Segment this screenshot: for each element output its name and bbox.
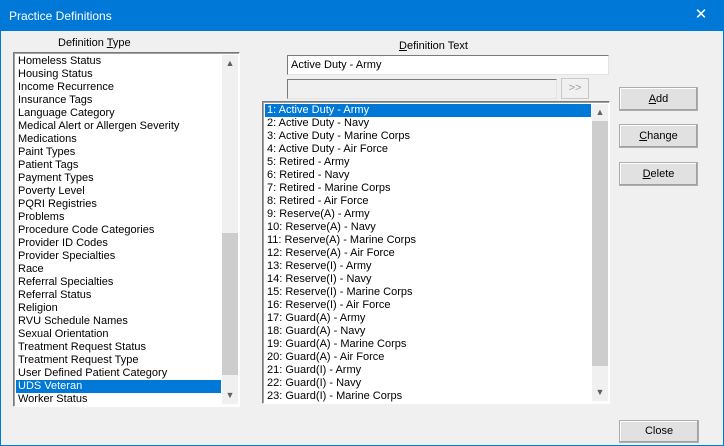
definition-type-items: Homeless Status Housing Status Income Recu… (16, 55, 221, 406)
definition-type-item[interactable]: Treatment Request Status (16, 341, 221, 354)
definition-type-item[interactable]: Provider Specialties (16, 250, 221, 263)
secondary-text-field (287, 79, 557, 99)
definition-type-item[interactable]: Sexual Orientation (16, 328, 221, 341)
window-title: Practice Definitions (9, 9, 112, 23)
delete-accelerator: D (642, 168, 651, 180)
definition-text-item[interactable]: 6: Retired - Navy (265, 169, 591, 182)
change-accelerator: C (639, 130, 648, 142)
close-button[interactable]: Close (619, 420, 699, 443)
definition-type-list[interactable]: Homeless Status Housing Status Income Recu… (13, 52, 240, 407)
label-accelerator: D (399, 40, 407, 52)
definition-text-item[interactable]: 18: Guard(A) - Navy (265, 325, 591, 338)
change-label: hange (647, 130, 678, 142)
definition-type-item[interactable]: Payment Types (16, 172, 221, 185)
definition-text-item[interactable]: 14: Reserve(I) - Navy (265, 273, 591, 286)
definition-text-item[interactable]: 20: Guard(A) - Air Force (265, 351, 591, 364)
definition-text-item[interactable]: 22: Guard(I) - Navy (265, 377, 591, 390)
scroll-down-icon[interactable]: ▼ (592, 384, 608, 401)
definition-text-item[interactable]: 15: Reserve(I) - Marine Corps (265, 286, 591, 299)
definition-text-item[interactable]: 3: Active Duty - Marine Corps (265, 130, 591, 143)
delete-button[interactable]: Delete (619, 162, 698, 186)
definition-text-item[interactable]: 8: Retired - Air Force (265, 195, 591, 208)
definition-type-item[interactable]: Provider ID Codes (16, 237, 221, 250)
definition-type-item[interactable]: PQRI Registries (16, 198, 221, 211)
add-accelerator: A (648, 93, 657, 105)
definition-text-item[interactable]: 1: Active Duty - Army (265, 104, 591, 117)
definition-type-item[interactable]: Homeless Status (16, 55, 221, 68)
definition-text-scrollbar[interactable]: ▲ ▼ (592, 104, 608, 401)
label-suffix: ype (112, 37, 131, 49)
definition-text-item[interactable]: 4: Active Duty - Air Force (265, 143, 591, 156)
close-icon[interactable]: ✕ (678, 0, 724, 31)
definition-type-item[interactable]: Worker Status (16, 393, 221, 406)
definition-text-list[interactable]: 1: Active Duty - Army 2: Active Duty - Na… (262, 101, 610, 404)
label-prefix: Definition (58, 37, 107, 49)
label-suffix: efinition Text (406, 40, 468, 52)
definition-text-item[interactable]: 7: Retired - Marine Corps (265, 182, 591, 195)
scroll-up-icon[interactable]: ▲ (222, 55, 238, 72)
definition-text-item[interactable]: 2: Active Duty - Navy (265, 117, 591, 130)
definition-text-item[interactable]: 17: Guard(A) - Army (265, 312, 591, 325)
definition-type-item[interactable]: Paint Types (16, 146, 221, 159)
definition-type-item[interactable]: Religion (16, 302, 221, 315)
definition-type-item[interactable]: User Defined Patient Category (16, 367, 221, 380)
add-button[interactable]: Add (619, 87, 698, 111)
definition-text-item[interactable]: 10: Reserve(A) - Navy (265, 221, 591, 234)
move-button[interactable]: >> (561, 78, 589, 99)
definition-type-item[interactable]: UDS Veteran (16, 380, 221, 393)
definition-text-items: 1: Active Duty - Army 2: Active Duty - Na… (265, 104, 591, 403)
change-button[interactable]: Change (619, 124, 698, 148)
definition-type-item[interactable]: Treatment Request Type (16, 354, 221, 367)
definition-type-item[interactable]: Insurance Tags (16, 94, 221, 107)
definition-text-item[interactable]: 21: Guard(I) - Army (265, 364, 591, 377)
definition-type-item[interactable]: Housing Status (16, 68, 221, 81)
definition-text-input[interactable]: Active Duty - Army (287, 55, 609, 75)
definition-type-item[interactable]: Patient Tags (16, 159, 221, 172)
definition-type-item[interactable]: Race (16, 263, 221, 276)
definition-text-item[interactable]: 13: Reserve(I) - Army (265, 260, 591, 273)
definition-type-item[interactable]: Medical Alert or Allergen Severity (16, 120, 221, 133)
definition-type-item[interactable]: Medications (16, 133, 221, 146)
definition-type-label: Definition Type (58, 37, 131, 49)
definition-type-item[interactable]: Income Recurrence (16, 81, 221, 94)
definition-type-item[interactable]: Referral Specialties (16, 276, 221, 289)
definition-type-item[interactable]: Procedure Code Categories (16, 224, 221, 237)
add-label: dd (656, 93, 669, 105)
scroll-thumb[interactable] (592, 121, 608, 366)
definition-type-scrollbar[interactable]: ▲ ▼ (222, 55, 238, 404)
definition-text-item[interactable]: 9: Reserve(A) - Army (265, 208, 591, 221)
definition-text-label: Definition Text (399, 40, 468, 52)
definition-type-item[interactable]: Problems (16, 211, 221, 224)
delete-label: elete (650, 168, 675, 180)
scroll-up-icon[interactable]: ▲ (592, 104, 608, 121)
definition-text-item[interactable]: 23: Guard(I) - Marine Corps (265, 390, 591, 403)
title-bar: Practice Definitions ✕ (0, 0, 724, 31)
definition-type-item[interactable]: Referral Status (16, 289, 221, 302)
definition-text-item[interactable]: 5: Retired - Army (265, 156, 591, 169)
definition-text-item[interactable]: 12: Reserve(A) - Air Force (265, 247, 591, 260)
definition-text-item[interactable]: 19: Guard(A) - Marine Corps (265, 338, 591, 351)
definition-type-item[interactable]: Poverty Level (16, 185, 221, 198)
definition-type-item[interactable]: Language Category (16, 107, 221, 120)
scroll-thumb[interactable] (222, 233, 238, 375)
definition-type-item[interactable]: RVU Schedule Names (16, 315, 221, 328)
scroll-down-icon[interactable]: ▼ (222, 387, 238, 404)
definition-text-item[interactable]: 16: Reserve(I) - Air Force (265, 299, 591, 312)
definition-text-item[interactable]: 11: Reserve(A) - Marine Corps (265, 234, 591, 247)
